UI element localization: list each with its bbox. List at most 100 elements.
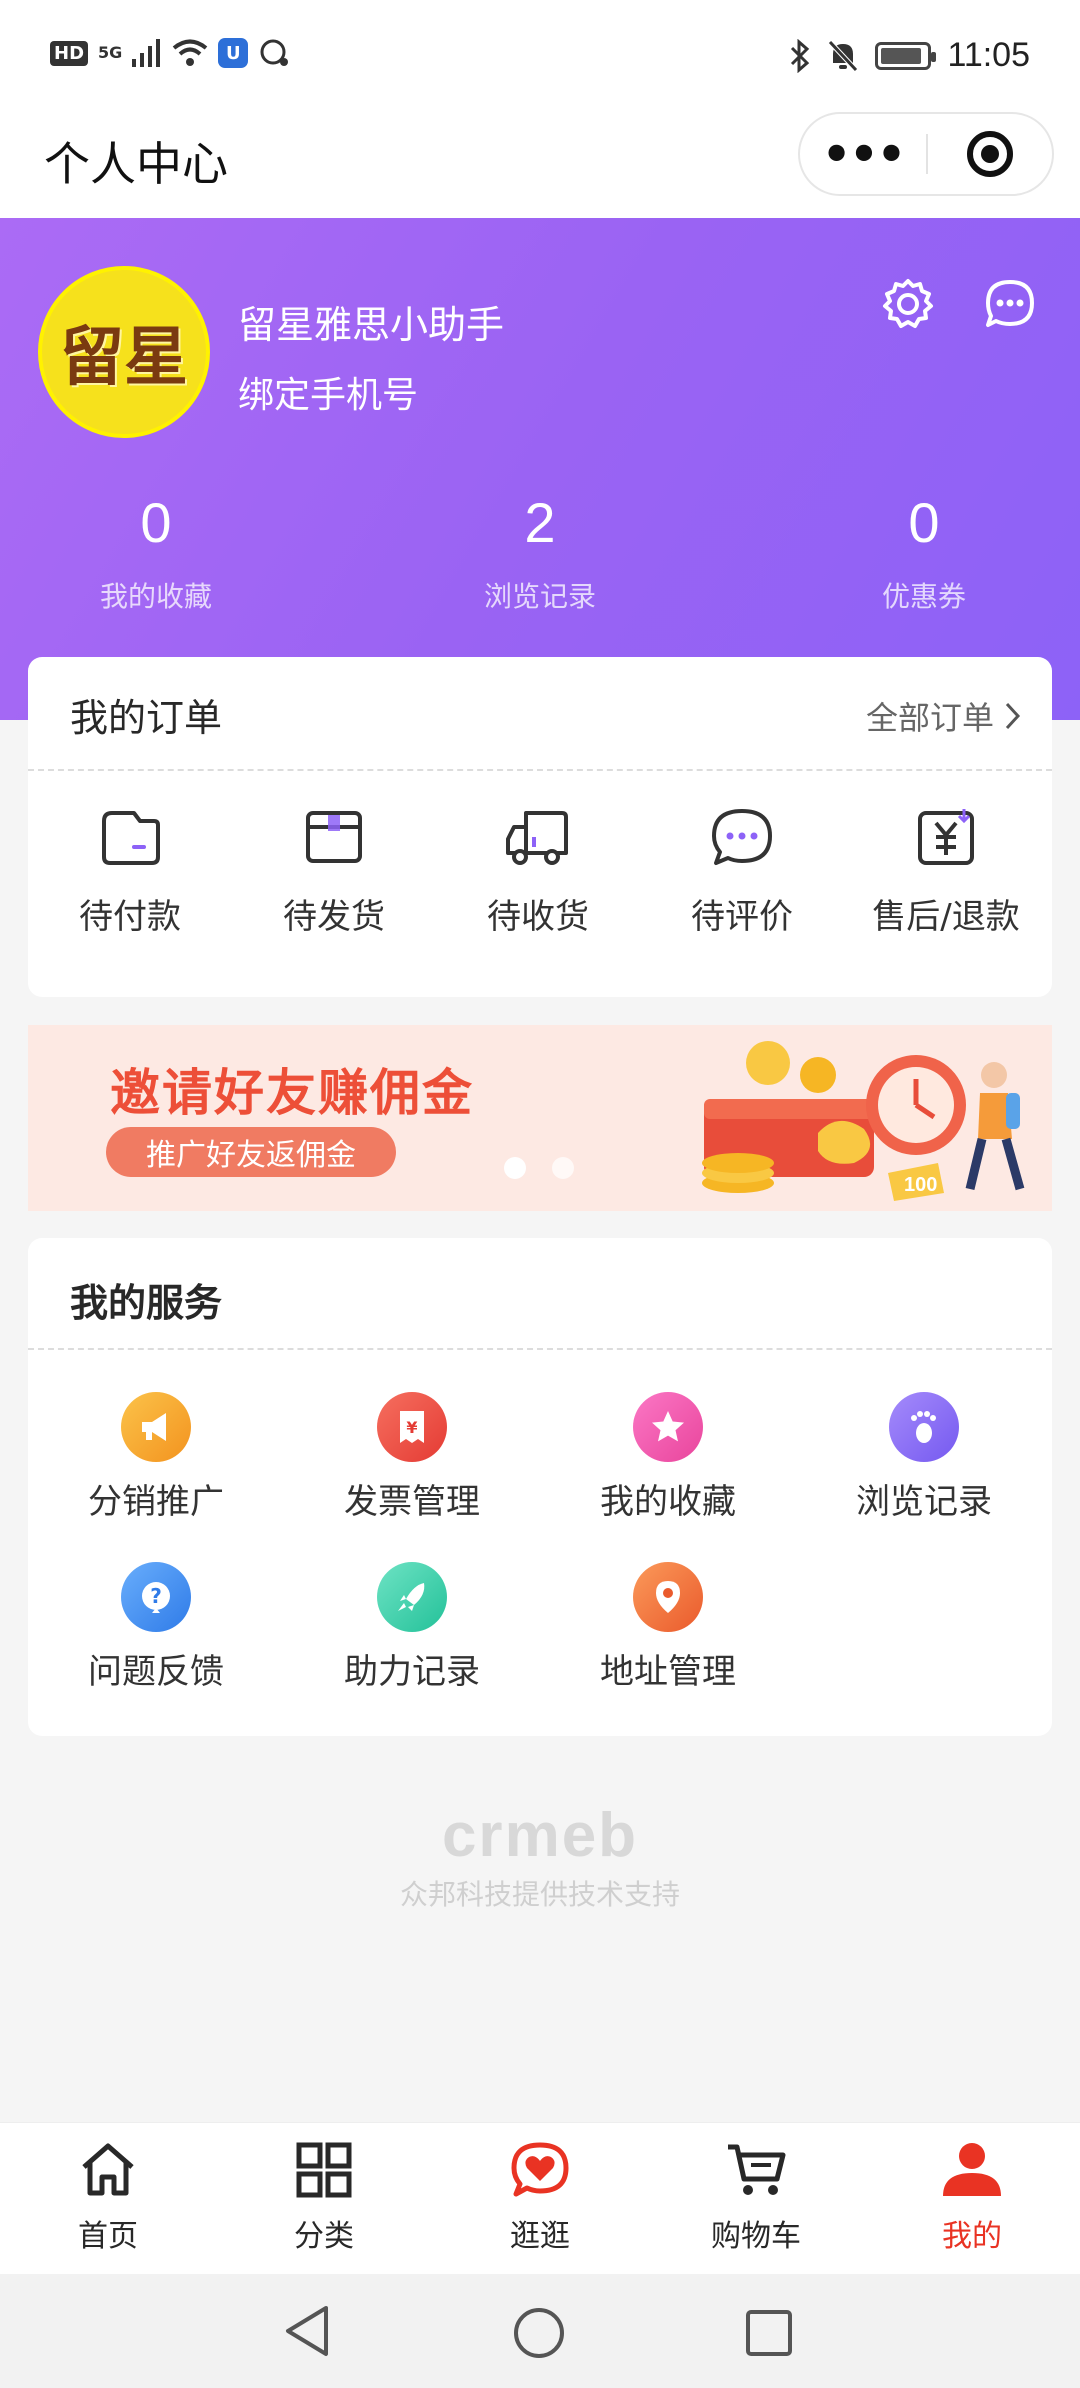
bluetooth-icon [791,38,810,73]
service-history[interactable]: 浏览记录 [796,1392,1052,1523]
banner-subtitle: 推广好友返佣金 [106,1127,396,1177]
tech-support-text: 众邦科技提供技术支持 [399,1878,680,1911]
tab-home[interactable]: 首页 [0,2141,216,2255]
divider [28,1348,1052,1350]
bind-phone-link[interactable]: 绑定手机号 [238,366,418,418]
stat-coupons[interactable]: 0 优惠券 [794,490,1054,615]
stat-label: 优惠券 [881,580,966,613]
stat-value: 0 [908,491,940,554]
home-icon [82,2143,134,2196]
cart-icon [728,2144,786,2195]
close-miniprogram-button[interactable] [928,131,1052,177]
service-label: 助力记录 [344,1652,480,1692]
stat-label: 我的收藏 [99,580,212,613]
hd-badge: HD [50,40,89,66]
svg-text:?: ? [150,1584,162,1608]
banner-title: 邀请好友赚佣金 [110,1064,474,1122]
tab-label: 我的 [942,2219,1002,2254]
order-label: 待收货 [487,897,589,937]
location-icon [633,1562,703,1632]
truck-icon [506,811,568,865]
app-notification-icon: U [218,38,249,68]
order-pending-receipt[interactable]: 待收货 [436,807,640,938]
orders-card: 我的订单 全部订单 待付款 待发货 待收货 待评价 售后/退款 [28,657,1052,997]
rocket-icon [377,1562,447,1632]
service-label: 发票管理 [344,1482,480,1522]
service-label: 问题反馈 [88,1652,224,1692]
heart-chat-icon [511,2142,569,2197]
recents-square-icon[interactable] [744,2308,794,2358]
username: 留星雅思小助手 [238,303,505,347]
stat-history[interactable]: 2 浏览记录 [410,490,670,615]
order-pending-payment[interactable]: 待付款 [28,807,232,938]
carousel-dot[interactable] [552,1157,574,1179]
order-pending-review[interactable]: 待评价 [640,807,844,938]
service-invoice[interactable]: ¥ 发票管理 [284,1392,540,1523]
service-address[interactable]: 地址管理 [540,1562,796,1693]
chat-notification-icon [260,39,289,66]
question-icon: ? [121,1562,191,1632]
stat-label: 浏览记录 [483,580,596,613]
page-title: 个人中心 [44,137,228,191]
megaphone-icon [121,1392,191,1462]
comment-icon [712,809,772,865]
service-feedback[interactable]: ? 问题反馈 [28,1562,284,1693]
message-icon[interactable] [982,276,1038,332]
category-icon [296,2142,352,2198]
tab-label: 逛逛 [510,2219,570,2254]
crmeb-logo: crmeb [441,1801,639,1870]
more-options-button[interactable]: ••• [800,112,926,196]
avatar[interactable]: 留星 [38,266,210,438]
tab-browse[interactable]: 逛逛 [432,2141,648,2255]
back-triangle-icon[interactable] [282,2304,332,2358]
miniprogram-capsule: ••• [798,112,1054,196]
clock: 11:05 [947,36,1030,74]
stat-value: 2 [524,491,556,554]
tab-label: 首页 [78,2219,138,2254]
service-label: 地址管理 [600,1652,736,1692]
status-right: 11:05 [789,36,1030,75]
tab-cart[interactable]: 购物车 [648,2141,864,2255]
service-distribution[interactable]: 分销推广 [28,1392,284,1523]
tab-mine[interactable]: 我的 [864,2141,1080,2255]
coupon-badge-text: 100 [904,1174,937,1196]
footprint-icon [889,1392,959,1462]
divider [28,769,1052,771]
order-label: 售后/退款 [872,897,1020,937]
user-icon [943,2143,1001,2196]
service-label: 我的收藏 [600,1482,736,1522]
svg-text:¥: ¥ [406,1418,417,1437]
bottom-tab-bar: 首页 分类 逛逛 购物车 我的 [0,2122,1080,2274]
status-bar: HD 5G U 11:05 [0,0,1080,112]
invoice-icon: ¥ [377,1392,447,1462]
order-after-sales[interactable]: 售后/退款 [844,807,1048,938]
title-bar: 个人中心 ••• [0,112,1080,218]
order-label: 待发货 [283,897,385,937]
order-label: 待评价 [691,897,793,937]
target-icon [966,131,1013,177]
status-left: HD 5G U [50,38,290,68]
order-pending-shipment[interactable]: 待发货 [232,807,436,938]
settings-gear-icon[interactable] [880,276,936,332]
battery-icon [875,41,937,70]
home-circle-icon[interactable] [512,2306,566,2360]
service-favorites[interactable]: 我的收藏 [540,1392,796,1523]
order-label: 待付款 [79,897,181,937]
signal-icon [132,39,161,67]
mute-bell-icon [828,39,859,72]
carousel-dot[interactable] [504,1157,526,1179]
avatar-text: 留星 [60,320,188,395]
star-icon [633,1392,703,1462]
all-orders-link[interactable]: 全部订单 [866,693,1022,739]
stat-favorites[interactable]: 0 我的收藏 [26,490,286,615]
wallet-icon [102,811,160,865]
money-illustration: 100 [702,1041,1025,1201]
tab-category[interactable]: 分类 [216,2141,432,2255]
tab-label: 分类 [294,2219,354,2254]
chevron-right-icon [1005,702,1021,730]
tab-label: 购物车 [711,2219,801,2254]
service-assist-records[interactable]: 助力记录 [284,1562,540,1693]
orders-title: 我的订单 [70,696,223,740]
invite-friends-banner[interactable]: 邀请好友赚佣金 推广好友返佣金 100 [28,1025,1052,1211]
system-navigation-bar [0,2274,1080,2388]
